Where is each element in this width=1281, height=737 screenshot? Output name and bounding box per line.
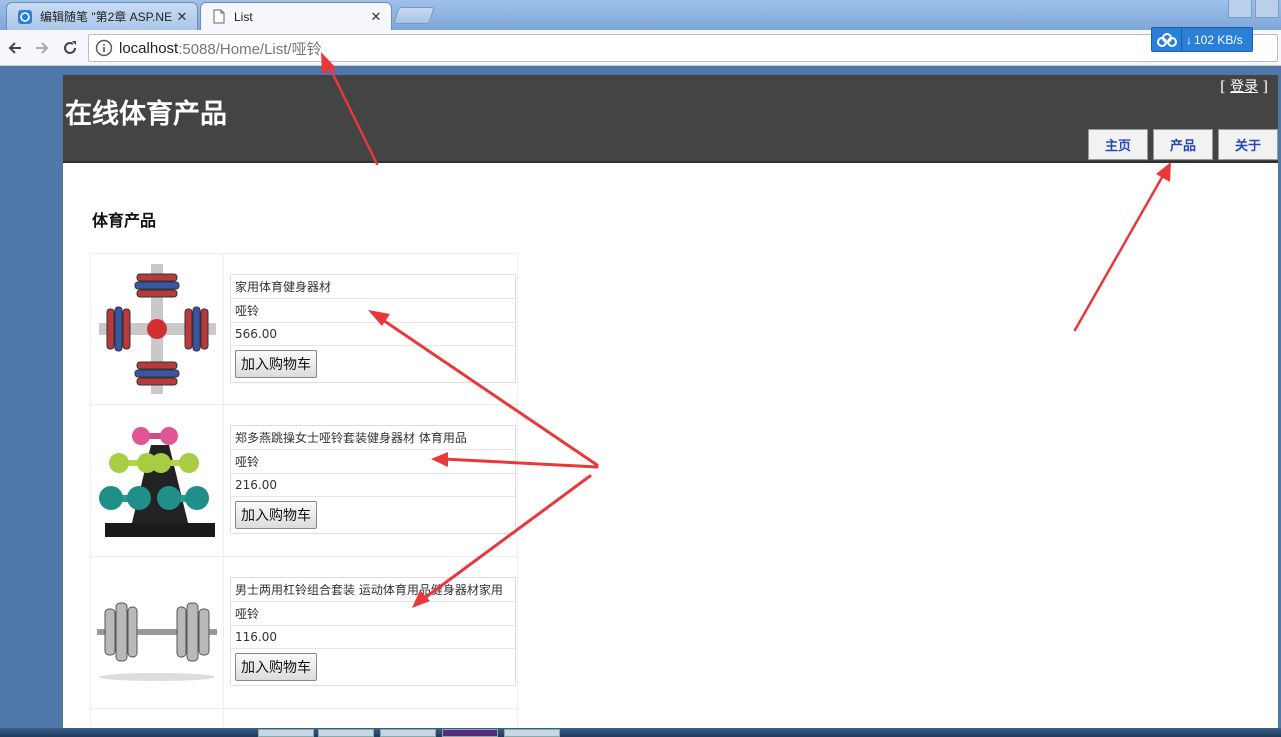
reload-button[interactable] <box>57 35 83 61</box>
product-table: 家用体育健身器材 哑铃 566.00 加入购物车 郑多燕跳操女士哑铃套装健身器材… <box>90 253 518 737</box>
table-row: 男士两用杠铃组合套装 运动体育用品健身器材家用 哑铃 116.00 加入购物车 <box>90 557 518 709</box>
download-arrow-icon: ↓ <box>1186 32 1192 47</box>
taskbar-item[interactable] <box>258 729 314 737</box>
product-category: 哑铃 <box>231 450 515 474</box>
taskbar-item[interactable] <box>318 729 374 737</box>
product-price: 216.00 <box>231 474 515 497</box>
dumbbell-cross-image <box>99 264 216 394</box>
tab-title: 编辑随笔 "第2章 ASP.NE <box>40 10 173 24</box>
product-name: 家用体育健身器材 <box>231 275 515 299</box>
page-icon <box>211 9 227 25</box>
product-category: 哑铃 <box>231 602 515 626</box>
arrow-left-icon <box>8 42 21 54</box>
url-host: localhost <box>119 39 179 57</box>
menu-item-products[interactable]: 产品 <box>1153 129 1213 160</box>
tab-strip: 编辑随笔 "第2章 ASP.NE ✕ List ✕ <box>0 0 1281 30</box>
table-row: 郑多燕跳操女士哑铃套装健身器材 体育用品 哑铃 216.00 加入购物车 <box>90 405 518 557</box>
product-card: 家用体育健身器材 哑铃 566.00 加入购物车 <box>230 274 516 383</box>
info-icon <box>95 39 113 57</box>
minimize-button[interactable] <box>1255 0 1279 18</box>
cnblogs-icon <box>17 9 33 25</box>
site-header: [ 登录 ] 在线体育产品 主页 产品 关于 <box>63 75 1278 163</box>
add-to-cart-button[interactable]: 加入购物车 <box>235 501 317 529</box>
forward-button[interactable] <box>29 35 55 61</box>
site-title: 在线体育产品 <box>65 99 227 130</box>
arrow-right-icon <box>36 42 49 54</box>
add-to-cart-button[interactable]: 加入购物车 <box>235 350 317 378</box>
web-page: [ 登录 ] 在线体育产品 主页 产品 关于 体育产品 家用体育健身器材 哑铃 … <box>63 75 1278 737</box>
login-link[interactable]: 登录 <box>1230 79 1258 95</box>
menu-item-home[interactable]: 主页 <box>1088 129 1148 160</box>
url-path: :5088/Home/List/哑铃 <box>178 40 322 58</box>
chrome-dumbbell-image <box>97 602 217 681</box>
table-row: 家用体育健身器材 哑铃 566.00 加入购物车 <box>90 253 518 405</box>
close-icon[interactable]: ✕ <box>175 9 189 25</box>
product-info-cell: 男士两用杠铃组合套装 运动体育用品健身器材家用 哑铃 116.00 加入购物车 <box>224 557 517 708</box>
product-price: 116.00 <box>231 626 515 649</box>
product-card: 男士两用杠铃组合套装 运动体育用品健身器材家用 哑铃 116.00 加入购物车 <box>230 577 516 686</box>
dumbbell-rack-image <box>99 427 215 537</box>
user-icon[interactable] <box>1228 0 1252 18</box>
os-taskbar <box>0 728 1281 737</box>
address-bar[interactable]: localhost:5088/Home/List/哑铃 <box>88 34 1278 62</box>
tab-title: List <box>234 9 253 24</box>
product-info-cell: 郑多燕跳操女士哑铃套装健身器材 体育用品 哑铃 216.00 加入购物车 <box>224 405 517 556</box>
add-to-cart-button[interactable]: 加入购物车 <box>235 653 317 681</box>
login-area: [ 登录 ] <box>1220 76 1268 96</box>
product-name: 男士两用杠铃组合套装 运动体育用品健身器材家用 <box>231 578 515 602</box>
login-bracket-close: ] <box>1262 79 1268 95</box>
tab-list[interactable]: List ✕ <box>200 2 392 30</box>
download-speed: 102 KB/s <box>1194 32 1243 47</box>
product-image-cell <box>91 254 224 404</box>
taskbar-item[interactable] <box>380 729 436 737</box>
product-info-cell: 家用体育健身器材 哑铃 566.00 加入购物车 <box>224 254 517 404</box>
page-title: 体育产品 <box>92 211 157 230</box>
back-button[interactable] <box>2 35 28 61</box>
download-speed-widget[interactable]: ↓ 102 KB/s <box>1151 27 1253 52</box>
product-price: 566.00 <box>231 323 515 346</box>
product-image-cell <box>91 557 224 707</box>
new-tab-button[interactable] <box>393 7 435 24</box>
cloud-icon <box>1152 28 1182 51</box>
product-image-cell <box>91 405 224 555</box>
menu-item-about[interactable]: 关于 <box>1218 129 1278 160</box>
taskbar-item[interactable] <box>504 729 560 737</box>
login-bracket-open: [ <box>1220 79 1226 95</box>
main-menu: 主页 产品 关于 <box>1083 129 1278 160</box>
tab-edit-post[interactable]: 编辑随笔 "第2章 ASP.NE ✕ <box>6 2 198 30</box>
close-icon[interactable]: ✕ <box>369 9 383 25</box>
reload-icon <box>64 41 76 54</box>
product-name: 郑多燕跳操女士哑铃套装健身器材 体育用品 <box>231 426 515 450</box>
product-category: 哑铃 <box>231 299 515 323</box>
taskbar-item[interactable] <box>442 729 498 737</box>
browser-toolbar: localhost:5088/Home/List/哑铃 <box>0 30 1281 66</box>
product-card: 郑多燕跳操女士哑铃套装健身器材 体育用品 哑铃 216.00 加入购物车 <box>230 425 516 534</box>
